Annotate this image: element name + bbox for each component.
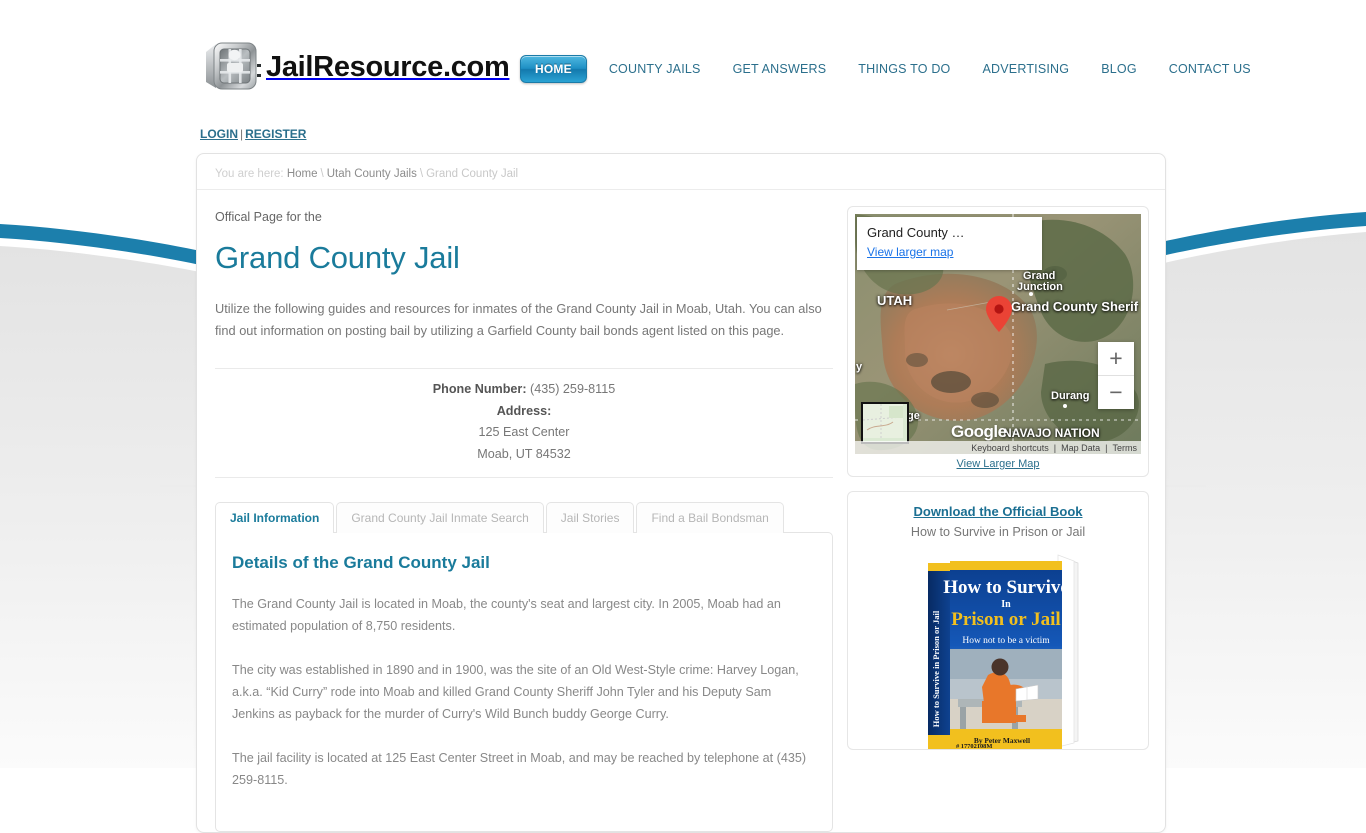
address-label: Address: <box>496 403 552 418</box>
breadcrumb: You are here: Home \ Utah County Jails \ Gra… <box>197 154 1165 190</box>
map-attrib-sep-1: | <box>1053 442 1057 453</box>
contact-block: Phone Number: (435) 259-8115 Address: 12… <box>215 368 833 478</box>
breadcrumb-prefix: You are here: <box>215 168 284 180</box>
page-eyebrow: Offical Page for the <box>215 210 322 224</box>
book-tagline: How not to be a victim <box>962 636 1050 646</box>
breadcrumb-home[interactable]: Home <box>287 168 318 180</box>
panel-paragraph-3: The jail facility is located at 125 East… <box>232 751 807 787</box>
tab-bar: Jail Information Grand County Jail Inmat… <box>215 502 833 534</box>
nav-item-contact-us[interactable]: CONTACT US <box>1153 62 1267 76</box>
address-line-2: Moab, UT 84532 <box>477 446 571 461</box>
site-logo-text: JailResource.com <box>266 50 510 83</box>
book-title-line-3: Prison or Jail <box>951 609 1060 630</box>
map-widget: UTAH Grand Junction Grand County Sherif … <box>847 206 1149 477</box>
breadcrumb-current: Grand County Jail <box>426 168 519 180</box>
map-attrib-sep-2: | <box>1105 442 1108 453</box>
map-keyboard-shortcuts[interactable]: Keyboard shortcuts <box>971 443 1049 453</box>
nav-item-county-jails[interactable]: COUNTY JAILS <box>593 62 717 76</box>
page-title: Grand County Jail <box>215 240 460 275</box>
map-info-title: Grand County … <box>867 225 965 240</box>
book-spine-title: How to Survive in Prison or Jail <box>931 610 941 727</box>
book-cover-image[interactable]: How to Survive in Prison or Jail How to … <box>912 549 1084 749</box>
panel-title: Details of the Grand County Jail <box>232 553 490 572</box>
login-link[interactable]: LOGIN <box>200 127 238 141</box>
register-link[interactable]: REGISTER <box>245 127 306 141</box>
google-wordmark: Google <box>951 422 1007 441</box>
nav-item-blog[interactable]: BLOG <box>1085 62 1153 76</box>
phone-label: Phone Number: <box>432 382 527 396</box>
map-attribution-bar: Keyboard shortcuts | Map Data | Terms <box>855 441 1141 454</box>
breadcrumb-separator-1: \ <box>320 168 324 180</box>
content-card: You are here: Home \ Utah County Jails \ Gra… <box>196 153 1166 833</box>
tab-find-bail-bondsman[interactable]: Find a Bail Bondsman <box>636 502 784 533</box>
map-data-link[interactable]: Map Data <box>1061 443 1100 453</box>
book-promo-widget: Download the Official Book How to Surviv… <box>847 491 1149 750</box>
site-header: JailResource.com HOME COUNTY JAILS GET A… <box>0 0 1366 141</box>
map-info-card: Grand County … View larger map <box>857 217 1042 270</box>
map-canvas[interactable]: UTAH Grand Junction Grand County Sherif … <box>855 214 1141 454</box>
map-zoom-out-button[interactable]: − <box>1098 376 1134 409</box>
tab-panel-jail-information: Details of the Grand County Jail The Gra… <box>215 532 833 832</box>
tab-jail-information[interactable]: Jail Information <box>215 502 335 534</box>
user-links: LOGIN | REGISTER <box>200 127 306 141</box>
view-larger-map-row: View Larger Map <box>855 454 1141 472</box>
book-subtitle: How to Survive in Prison or Jail <box>910 525 1086 539</box>
map-zoom-control: + − <box>1098 342 1134 409</box>
main-column: Offical Page for the Grand County Jail U… <box>213 206 833 832</box>
download-official-book-link[interactable]: Download the Official Book <box>858 504 1138 519</box>
nav-item-home[interactable]: HOME <box>520 55 587 83</box>
sidebar: UTAH Grand Junction Grand County Sherif … <box>847 206 1149 832</box>
site-logo[interactable]: JailResource.com <box>200 36 510 98</box>
panel-paragraph-1: The Grand County Jail is located in Moab… <box>232 597 781 633</box>
address-label-line: Address: <box>215 401 833 423</box>
nav-item-advertising[interactable]: ADVERTISING <box>966 62 1085 76</box>
breadcrumb-separator-2: \ <box>419 168 424 180</box>
map-view-larger-map-link[interactable]: View larger map <box>867 245 953 259</box>
view-larger-map-link[interactable]: View Larger Map <box>957 458 1040 470</box>
nav-item-things-to-do[interactable]: THINGS TO DO <box>842 62 966 76</box>
page-intro-text: Utilize the following guides and resourc… <box>215 301 822 338</box>
address-line-1: 125 East Center <box>478 425 570 439</box>
map-location-pin[interactable] <box>986 296 1012 332</box>
panel-paragraph-2: The city was established in 1890 and in … <box>232 663 799 721</box>
tab-inmate-search[interactable]: Grand County Jail Inmate Search <box>336 502 544 533</box>
nav-item-get-answers[interactable]: GET ANSWERS <box>717 62 843 76</box>
phone-value: (435) 259-8115 <box>530 382 616 396</box>
breadcrumb-parent[interactable]: Utah County Jails <box>327 168 417 180</box>
tab-jail-stories[interactable]: Jail Stories <box>545 502 635 533</box>
map-terms-link[interactable]: Terms <box>1113 443 1138 453</box>
map-minimap-thumbnail[interactable] <box>861 402 909 444</box>
book-title-line-1: How to Survive <box>943 577 1069 598</box>
book-isbn: # 17702108M <box>956 743 992 749</box>
main-navigation: HOME COUNTY JAILS GET ANSWERS THINGS TO … <box>520 55 1267 83</box>
jail-cell-cube-icon <box>200 36 262 98</box>
phone-line: Phone Number: (435) 259-8115 <box>215 379 833 401</box>
map-zoom-in-button[interactable]: + <box>1098 342 1134 375</box>
